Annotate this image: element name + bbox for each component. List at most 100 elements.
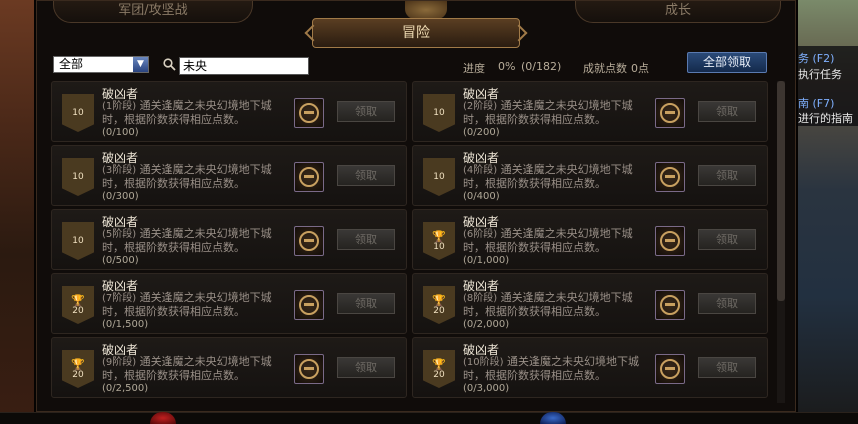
achievement-stage: (1阶段): [102, 101, 137, 112]
search-icon: [163, 58, 176, 71]
reward-item-icon[interactable]: [655, 226, 685, 256]
achievement-stage: (10阶段): [463, 357, 504, 368]
achievement-card: 🏆 10 破凶者 (6阶段) 通关逢魔之未央幻境地下城时，根据阶数获得相应点数。 …: [412, 209, 768, 270]
points-value: 0点: [631, 62, 649, 75]
point-badge: 10: [423, 158, 455, 196]
achievement-stage: (5阶段): [102, 229, 137, 240]
quest-hint-text-1[interactable]: 执行任务: [798, 66, 842, 82]
badge-points: 10: [433, 108, 445, 118]
reward-item-icon[interactable]: [294, 354, 324, 384]
points-label: 成就点数: [583, 62, 627, 75]
tab-adventure[interactable]: 冒险: [312, 18, 520, 48]
achievement-progress: (0/500): [102, 255, 139, 266]
scroll-ornament-icon: [405, 1, 447, 19]
achievement-card: 🏆 20 破凶者 (7阶段) 通关逢魔之未央幻境地下城时，根据阶数获得相应点数。 …: [51, 273, 407, 334]
achievement-stage: (6阶段): [463, 229, 498, 240]
trophy-icon: 🏆: [71, 357, 85, 371]
claim-button[interactable]: 领取: [698, 293, 756, 314]
achievement-description-block: (1阶段) 通关逢魔之未央幻境地下城时，根据阶数获得相应点数。: [102, 99, 292, 126]
point-badge: 10: [62, 222, 94, 260]
achievement-card: 10 破凶者 (1阶段) 通关逢魔之未央幻境地下城时，根据阶数获得相应点数。 (…: [51, 81, 407, 142]
achievement-progress: (0/300): [102, 191, 139, 202]
progress-percent: 0%: [498, 60, 516, 73]
game-hud-bar: [0, 412, 858, 424]
achievement-progress: (0/1,000): [463, 255, 510, 266]
achievement-grid: 10 破凶者 (1阶段) 通关逢魔之未央幻境地下城时，根据阶数获得相应点数。 (…: [51, 81, 773, 403]
point-badge: 🏆 20: [62, 286, 94, 324]
achievement-description-block: (8阶段) 通关逢魔之未央幻境地下城时，根据阶数获得相应点数。: [463, 291, 653, 318]
badge-points: 10: [72, 172, 84, 182]
achievement-description-block: (10阶段) 通关逢魔之未央幻境地下城时，根据阶数获得相应点数。: [463, 355, 653, 382]
achievement-stage: (2阶段): [463, 101, 498, 112]
claim-all-button[interactable]: 全部领取: [687, 52, 767, 73]
scrollbar-thumb[interactable]: [777, 81, 785, 301]
point-badge: 🏆 10: [423, 222, 455, 260]
progress-count: (0/182): [521, 60, 562, 73]
reward-item-icon[interactable]: [294, 162, 324, 192]
achievement-card: 10 破凶者 (4阶段) 通关逢魔之未央幻境地下城时，根据阶数获得相应点数。 (…: [412, 145, 768, 206]
trophy-icon: 🏆: [432, 357, 446, 371]
achievement-stage: (7阶段): [102, 293, 137, 304]
category-select[interactable]: 全部 ▼: [53, 56, 149, 73]
tab-legion[interactable]: 军团/攻坚战: [53, 1, 253, 23]
achievement-window: 军团/攻坚战 成长 冒险 全部 ▼ 未央 进度 0% (0/182) 成就点数 …: [36, 0, 796, 412]
chevron-down-icon[interactable]: ▼: [133, 57, 148, 72]
badge-points: 20: [72, 369, 84, 380]
claim-button[interactable]: 领取: [698, 357, 756, 378]
scrollbar[interactable]: [777, 81, 785, 403]
reward-item-icon[interactable]: [294, 226, 324, 256]
point-badge: 🏆 20: [423, 286, 455, 324]
quest-hint-key-2[interactable]: 南 (F7): [798, 95, 834, 111]
achievement-progress: (0/2,500): [102, 383, 149, 394]
reward-item-icon[interactable]: [655, 98, 685, 128]
reward-item-icon[interactable]: [294, 290, 324, 320]
background-left-scenery: [0, 0, 36, 424]
tab-growth[interactable]: 成长: [575, 1, 781, 23]
achievement-progress: (0/200): [463, 127, 500, 138]
reward-item-icon[interactable]: [655, 162, 685, 192]
claim-button[interactable]: 领取: [698, 165, 756, 186]
achievement-progress: (0/3,000): [463, 383, 510, 394]
point-badge: 10: [62, 158, 94, 196]
achievement-card: 🏆 20 破凶者 (10阶段) 通关逢魔之未央幻境地下城时，根据阶数获得相应点数。…: [412, 337, 768, 398]
quest-hint-key-1[interactable]: 务 (F2): [798, 50, 834, 66]
claim-button[interactable]: 领取: [337, 357, 395, 378]
claim-button[interactable]: 领取: [337, 101, 395, 122]
point-badge: 🏆 20: [423, 350, 455, 388]
achievement-stage: (3阶段): [102, 165, 137, 176]
badge-points: 10: [72, 236, 84, 246]
trophy-icon: 🏆: [432, 293, 446, 307]
badge-points: 20: [72, 305, 84, 316]
badge-points: 20: [433, 369, 445, 380]
reward-item-icon[interactable]: [655, 354, 685, 384]
category-select-value: 全部: [59, 57, 84, 71]
achievement-description-block: (2阶段) 通关逢魔之未央幻境地下城时，根据阶数获得相应点数。: [463, 99, 653, 126]
badge-points: 20: [433, 305, 445, 316]
claim-button[interactable]: 领取: [698, 101, 756, 122]
achievement-progress: (0/100): [102, 127, 139, 138]
point-badge: 🏆 20: [62, 350, 94, 388]
achievement-description-block: (5阶段) 通关逢魔之未央幻境地下城时，根据阶数获得相应点数。: [102, 227, 292, 254]
achievement-description-block: (7阶段) 通关逢魔之未央幻境地下城时，根据阶数获得相应点数。: [102, 291, 292, 318]
badge-points: 10: [433, 172, 445, 182]
achievement-progress: (0/400): [463, 191, 500, 202]
point-badge: 10: [423, 94, 455, 132]
claim-button[interactable]: 领取: [337, 293, 395, 314]
achievement-description-block: (3阶段) 通关逢魔之未央幻境地下城时，根据阶数获得相应点数。: [102, 163, 292, 190]
search-input[interactable]: 未央: [179, 57, 309, 75]
claim-button[interactable]: 领取: [337, 229, 395, 250]
badge-points: 10: [433, 241, 445, 252]
reward-item-icon[interactable]: [655, 290, 685, 320]
claim-button[interactable]: 领取: [698, 229, 756, 250]
achievement-stage: (8阶段): [463, 293, 498, 304]
achievement-progress: (0/1,500): [102, 319, 149, 330]
game-scene: 务 (F2) 执行任务 南 (F7) 进行的指南 军团/攻坚战 成长 冒险 全部…: [0, 0, 858, 424]
reward-item-icon[interactable]: [294, 98, 324, 128]
quest-hint-text-2[interactable]: 进行的指南: [798, 110, 853, 126]
badge-points: 10: [72, 108, 84, 118]
achievement-card: 10 破凶者 (3阶段) 通关逢魔之未央幻境地下城时，根据阶数获得相应点数。 (…: [51, 145, 407, 206]
claim-button[interactable]: 领取: [337, 165, 395, 186]
point-badge: 10: [62, 94, 94, 132]
achievement-card: 🏆 20 破凶者 (9阶段) 通关逢魔之未央幻境地下城时，根据阶数获得相应点数。 …: [51, 337, 407, 398]
achievement-stage: (9阶段): [102, 357, 137, 368]
